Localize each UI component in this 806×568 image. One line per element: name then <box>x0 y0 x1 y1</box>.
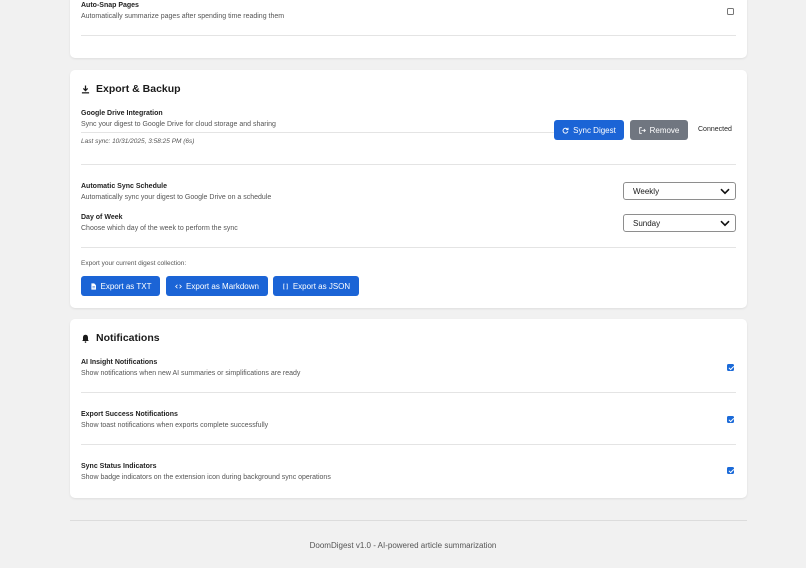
auto-snap-checkbox[interactable] <box>727 8 734 15</box>
divider <box>81 247 736 248</box>
ai-insight-checkbox[interactable] <box>727 364 734 371</box>
schedule-value: Weekly <box>633 186 660 196</box>
day-description: Choose which day of the week to perform … <box>81 225 238 232</box>
notifications-title: Notifications <box>96 332 160 344</box>
schedule-label: Automatic Sync Schedule <box>81 183 167 190</box>
remove-label: Remove <box>649 125 680 135</box>
sync-digest-label: Sync Digest <box>573 125 616 135</box>
bell-icon <box>82 334 89 343</box>
chevron-down-icon <box>720 188 730 195</box>
divider <box>81 35 736 36</box>
auto-snap-card: Auto-Snap Pages Automatically summarize … <box>70 0 747 58</box>
remove-button[interactable]: Remove <box>630 120 688 140</box>
ai-insight-description: Show notifications when new AI summaries… <box>81 370 301 377</box>
connection-status: Connected <box>698 126 732 133</box>
section-title-export: Export & Backup <box>81 83 181 95</box>
export-success-label: Export Success Notifications <box>81 411 178 418</box>
export-prompt: Export your current digest collection: <box>81 260 187 267</box>
export-success-description: Show toast notifications when exports co… <box>81 422 269 429</box>
drive-underline <box>81 132 554 133</box>
export-markdown-label: Export as Markdown <box>186 281 259 291</box>
sync-status-description: Show badge indicators on the extension i… <box>81 474 331 481</box>
auto-snap-description: Automatically summarize pages after spen… <box>81 13 285 20</box>
footer-text: DoomDigest v1.0 - AI-powered article sum… <box>309 541 497 550</box>
drive-description: Sync your digest to Google Drive for clo… <box>81 121 276 128</box>
export-json-label: Export as JSON <box>292 281 351 291</box>
export-markdown-button[interactable]: Export as Markdown <box>166 276 268 296</box>
export-backup-card: Export & Backup Google Drive Integration… <box>70 70 747 308</box>
day-label: Day of Week <box>81 214 123 221</box>
sync-digest-button[interactable]: Sync Digest <box>554 120 624 140</box>
schedule-description: Automatically sync your digest to Google… <box>81 194 272 201</box>
section-title-notifications: Notifications <box>81 332 160 344</box>
day-value: Sunday <box>633 218 661 228</box>
braces-icon <box>283 283 288 289</box>
ai-insight-label: AI Insight Notifications <box>81 359 158 366</box>
notifications-card: Notifications AI Insight Notifications S… <box>70 319 747 498</box>
last-sync-text: Last sync: 10/31/2025, 3:58:25 PM (6s) <box>81 138 195 145</box>
chevron-down-icon <box>720 220 730 227</box>
export-backup-title: Export & Backup <box>96 83 181 95</box>
file-icon <box>90 282 96 290</box>
sign-out-icon <box>638 126 646 134</box>
sync-icon <box>562 127 569 134</box>
schedule-select[interactable]: Weekly <box>623 182 736 200</box>
day-select[interactable]: Sunday <box>623 214 736 232</box>
divider <box>81 444 736 445</box>
export-success-checkbox[interactable] <box>727 416 734 423</box>
download-icon <box>81 84 90 93</box>
divider <box>81 392 736 393</box>
footer-divider <box>70 520 747 521</box>
sync-status-checkbox[interactable] <box>727 467 734 474</box>
divider <box>81 164 736 165</box>
drive-label: Google Drive Integration <box>81 110 163 117</box>
export-txt-label: Export as TXT <box>100 281 152 291</box>
sync-status-label: Sync Status Indicators <box>81 463 157 470</box>
auto-snap-label: Auto-Snap Pages <box>81 2 139 9</box>
code-icon <box>175 283 182 289</box>
export-json-button[interactable]: Export as JSON <box>273 276 359 296</box>
export-txt-button[interactable]: Export as TXT <box>81 276 160 296</box>
